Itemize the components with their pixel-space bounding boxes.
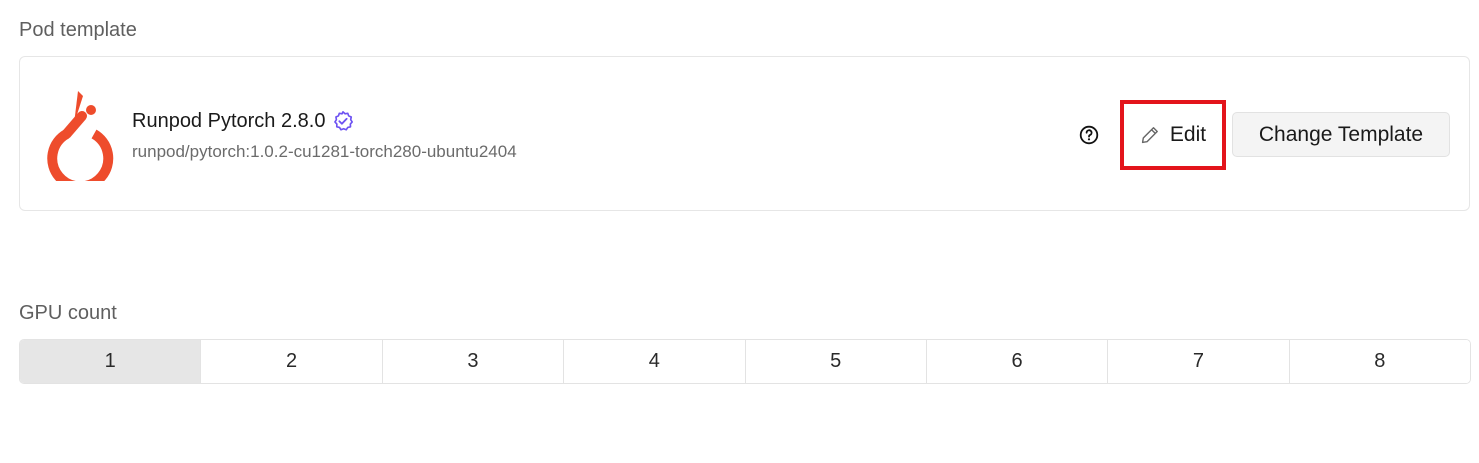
edit-template-button[interactable]: Edit (1120, 100, 1226, 170)
gpu-count-option-6[interactable]: 6 (925, 340, 1108, 383)
template-name: Runpod Pytorch 2.8.0 (132, 108, 354, 134)
template-name-text: Runpod Pytorch 2.8.0 (132, 110, 326, 132)
question-circle-icon[interactable] (1079, 125, 1099, 145)
pod-template-label: Pod template (19, 19, 137, 41)
verified-badge-icon (334, 111, 354, 131)
change-template-label: Change Template (1258, 122, 1424, 146)
gpu-count-option-7[interactable]: 7 (1107, 340, 1289, 383)
pencil-icon (1141, 127, 1158, 144)
change-template-button[interactable]: Change Template (1232, 112, 1450, 157)
gpu-count-option-4[interactable]: 4 (563, 340, 745, 383)
gpu-count-selector: 1 2 3 4 5 6 7 8 (19, 339, 1471, 384)
gpu-count-option-5[interactable]: 5 (744, 340, 926, 383)
gpu-count-option-2[interactable]: 2 (200, 340, 382, 383)
gpu-count-option-8[interactable]: 8 (1288, 340, 1470, 383)
pytorch-logo-icon (47, 91, 114, 181)
template-card: Runpod Pytorch 2.8.0 runpod/pytorch:1.0.… (19, 56, 1470, 211)
edit-button-label: Edit (1169, 123, 1207, 146)
gpu-count-option-3[interactable]: 3 (381, 340, 564, 383)
gpu-count-option-1[interactable]: 1 (20, 340, 201, 383)
template-image: runpod/pytorch:1.0.2-cu1281-torch280-ubu… (132, 142, 517, 161)
gpu-count-label: GPU count (19, 302, 117, 324)
